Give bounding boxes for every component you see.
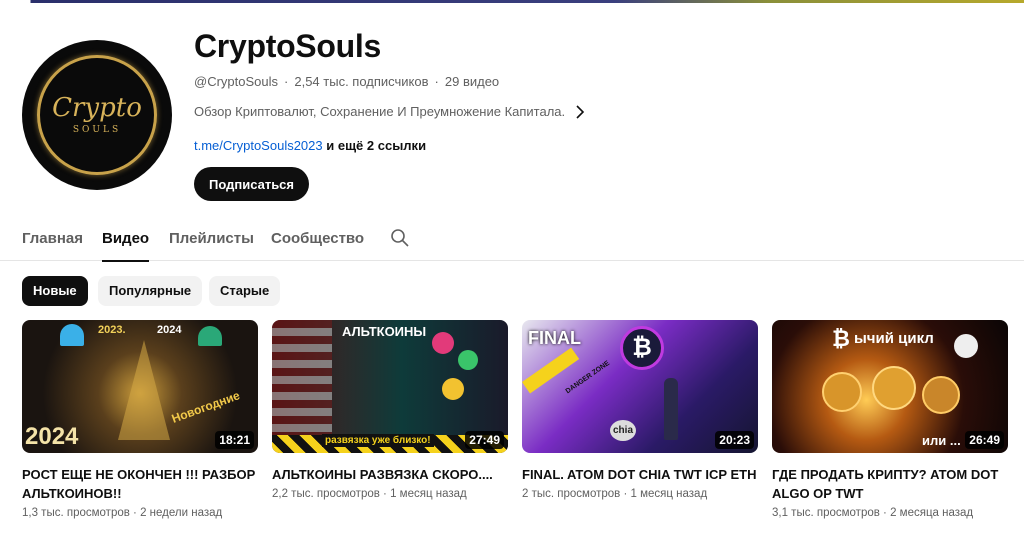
video-thumbnail[interactable]: 2023. 2024 2024 Новогодние 18:21 — [22, 320, 258, 453]
tab-playlists[interactable]: Плейлисты — [169, 230, 254, 247]
tab-community[interactable]: Сообщество — [271, 230, 364, 247]
thumbnail-overlay-text: развязка уже близко! — [322, 434, 434, 447]
avatar-logo-subtext: SOULS — [72, 125, 122, 135]
video-duration: 20:23 — [715, 431, 754, 449]
coin-icon — [442, 378, 464, 400]
video-title[interactable]: FINAL. ATOM DOT CHIA TWT ICP ETH — [522, 465, 758, 484]
meta-separator: · — [383, 488, 387, 500]
more-links-button[interactable]: и ещё 2 ссылки — [326, 138, 426, 153]
channel-tabs: Главная Видео Плейлисты Сообщество — [0, 216, 1024, 262]
avatar-logo-text: Crypto — [52, 93, 142, 123]
channel-description[interactable]: Обзор Криптовалют, Сохранение И Преумнож… — [194, 104, 585, 119]
video-thumbnail[interactable]: ₿ ычий цикл или ... 26:49 — [772, 320, 1008, 453]
bitcoin-icon: ₿ — [832, 326, 850, 351]
view-count: 1,3 тыс. просмотров — [22, 507, 130, 519]
chip-popular[interactable]: Популярные — [98, 276, 203, 306]
bitcoin-icon: ₿ — [620, 326, 664, 370]
christmas-tree-icon — [118, 340, 170, 440]
thumbnail-overlay-text: АЛЬТКОИНЫ — [342, 324, 427, 339]
parachute-icon — [60, 324, 84, 346]
video-card[interactable]: ₿ ычий цикл или ... 26:49 ГДЕ ПРОДАТЬ КР… — [772, 320, 1008, 519]
meta-separator: · — [623, 488, 628, 500]
channel-handle: @CryptoSouls — [194, 74, 279, 89]
gold-coin-icon — [822, 372, 862, 412]
coin-icon — [458, 350, 478, 370]
channel-links: t.me/CryptoSouls2023 и ещё 2 ссылки — [194, 138, 426, 153]
avatar-logo-ring: Crypto SOULS — [37, 55, 157, 175]
chess-piece-icon — [664, 378, 678, 440]
upload-age: 1 месяц назад — [630, 488, 708, 500]
parachute-icon — [198, 326, 222, 346]
chia-coin-icon: chia — [610, 420, 637, 441]
upload-age: 1 месяц назад — [390, 488, 467, 500]
meta-separator: · — [883, 507, 887, 519]
view-count: 2,2 тыс. просмотров — [272, 488, 380, 500]
crypto-coin-icon — [954, 334, 978, 358]
video-stats: 1,3 тыс. просмотров · 2 недели назад — [22, 507, 258, 519]
video-duration: 18:21 — [215, 431, 254, 449]
video-thumbnail[interactable]: АЛЬТКОИНЫ развязка уже близко! 27:49 — [272, 320, 508, 453]
chip-newest[interactable]: Новые — [22, 276, 88, 306]
video-thumbnail[interactable]: FINAL ₿ DANGER ZONE chia 20:23 — [522, 320, 758, 453]
video-title[interactable]: АЛЬТКОИНЫ РАЗВЯЗКА СКОРО.... — [272, 465, 508, 484]
video-count: 29 видео — [444, 74, 500, 89]
chevron-right-icon[interactable] — [575, 104, 585, 119]
chip-oldest[interactable]: Старые — [209, 276, 281, 306]
meta-separator: · — [434, 74, 439, 89]
video-stats: 2 тыс. просмотров · 1 месяц назад — [522, 488, 758, 500]
thumbnail-overlay-text: FINAL — [528, 328, 581, 348]
telegram-link[interactable]: t.me/CryptoSouls2023 — [194, 138, 323, 153]
thumbnail-overlay-text: ычий цикл — [854, 330, 934, 347]
channel-banner — [0, 0, 1024, 3]
video-stats: 2,2 тыс. просмотров · 1 месяц назад — [272, 488, 508, 500]
video-duration: 27:49 — [465, 431, 504, 449]
thumbnail-overlay-text: 2024 — [157, 324, 182, 336]
video-card[interactable]: 2023. 2024 2024 Новогодние 18:21 РОСТ ЕЩ… — [22, 320, 258, 519]
meta-separator: · — [133, 507, 137, 519]
thumbnail-overlay-text: Новогодние — [169, 388, 242, 426]
channel-name: CryptoSouls — [194, 28, 381, 64]
video-card[interactable]: АЛЬТКОИНЫ развязка уже близко! 27:49 АЛЬ… — [272, 320, 508, 500]
search-icon[interactable] — [390, 228, 410, 248]
upload-age: 2 недели назад — [140, 507, 223, 519]
description-text: Обзор Криптовалют, Сохранение И Преумнож… — [194, 104, 566, 119]
upload-age: 2 месяца назад — [890, 507, 974, 519]
video-card[interactable]: FINAL ₿ DANGER ZONE chia 20:23 FINAL. AT… — [522, 320, 758, 500]
gold-coin-icon — [872, 366, 916, 410]
subscribe-button[interactable]: Подписаться — [194, 167, 310, 201]
channel-avatar[interactable]: Crypto SOULS — [22, 40, 172, 190]
channel-meta: @CryptoSouls · 2,54 тыс. подписчиков · 2… — [194, 74, 499, 89]
coin-icon — [432, 332, 454, 354]
thumbnail-overlay-text: DANGER ZONE — [564, 359, 612, 396]
thumbnail-overlay-text: 2024 — [25, 423, 79, 450]
tab-home[interactable]: Главная — [22, 230, 83, 247]
gold-coin-icon — [922, 376, 960, 414]
thumbnail-overlay-text: 2023. — [98, 324, 126, 336]
view-count: 2 тыс. просмотров — [522, 488, 621, 500]
thumbnail-overlay-text: или ... — [922, 433, 961, 448]
meta-separator: · — [284, 74, 289, 89]
video-title[interactable]: ГДЕ ПРОДАТЬ КРИПТУ? ATOM DOT ALGO OP TWT — [772, 465, 1008, 503]
tab-videos[interactable]: Видео — [102, 230, 150, 262]
video-stats: 3,1 тыс. просмотров · 2 месяца назад — [772, 507, 1008, 519]
view-count: 3,1 тыс. просмотров — [772, 507, 880, 519]
video-title[interactable]: РОСТ ЕЩЕ НЕ ОКОНЧЕН !!! РАЗБОР АЛЬТКОИНО… — [22, 465, 258, 503]
subscriber-count: 2,54 тыс. подписчиков — [294, 74, 429, 89]
video-duration: 26:49 — [965, 431, 1004, 449]
